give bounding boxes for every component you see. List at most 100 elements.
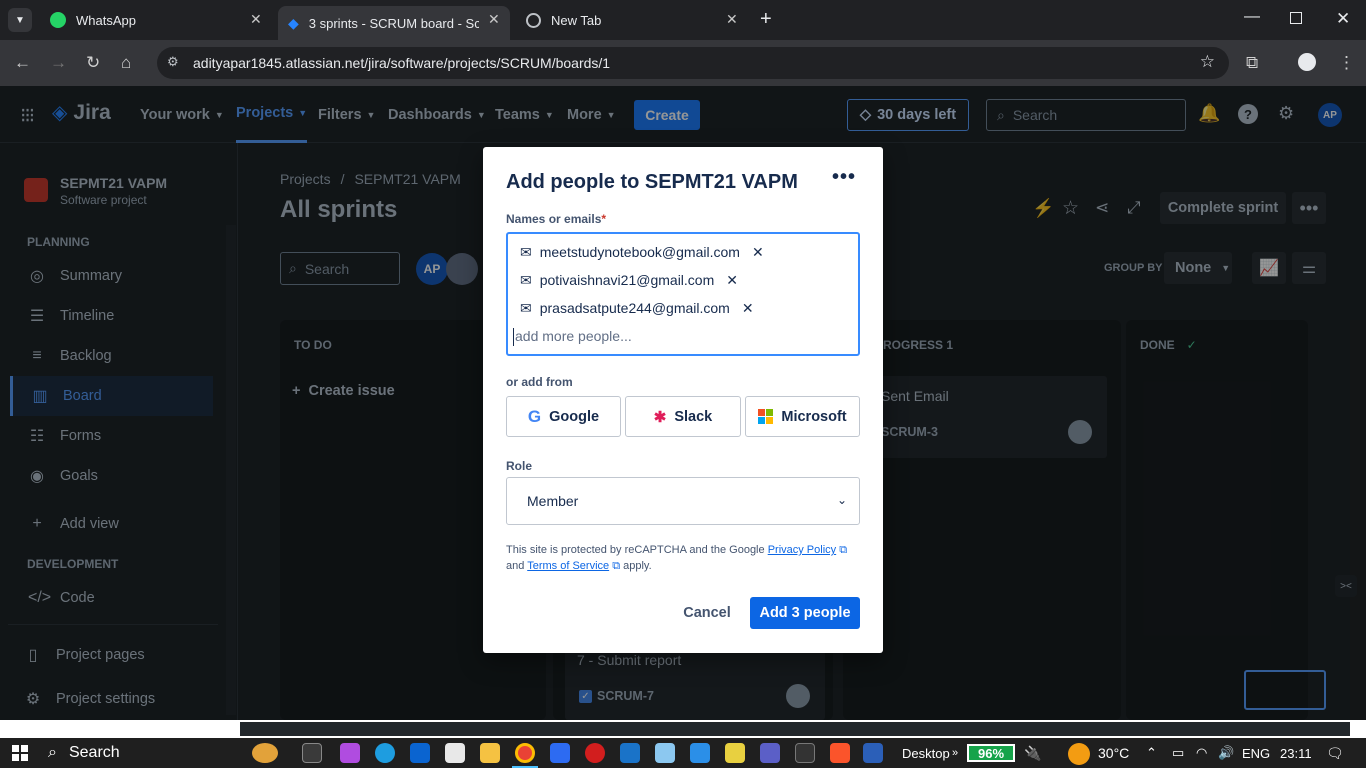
recaptcha-text: This site is protected by reCAPTCHA and … bbox=[506, 544, 765, 556]
brave-icon[interactable] bbox=[830, 743, 850, 763]
remove-chip-icon[interactable]: ✕ bbox=[742, 300, 754, 317]
role-select[interactable]: Member ⌄ bbox=[506, 477, 860, 525]
temperature[interactable]: 30°C bbox=[1098, 738, 1129, 768]
site-info-icon[interactable]: ⚙ bbox=[167, 54, 179, 70]
microsoft-button[interactable]: Microsoft bbox=[745, 396, 860, 437]
wifi-icon[interactable]: ◠ bbox=[1196, 738, 1207, 768]
taskbar-search-label: Search bbox=[68, 744, 120, 761]
extensions-icon[interactable]: ⧉ bbox=[1246, 53, 1258, 73]
battery-indicator[interactable]: 96% bbox=[967, 744, 1015, 762]
home-icon[interactable]: ⌂ bbox=[121, 53, 131, 73]
paint-icon[interactable] bbox=[725, 743, 745, 763]
recaptcha-and: and bbox=[506, 560, 525, 572]
required-mark: * bbox=[601, 212, 607, 226]
browser-tab-bar: ▼ WhatsApp ✕ ◆ 3 sprints - SCRUM board -… bbox=[0, 0, 1366, 40]
profile-icon[interactable] bbox=[1298, 53, 1316, 71]
tab-search-button[interactable]: ▼ bbox=[8, 8, 32, 32]
email-chip-label: potivaishnavi21@gmail.com bbox=[539, 272, 715, 288]
mail-icon[interactable] bbox=[410, 743, 430, 763]
search-icon: ⌕ bbox=[48, 744, 57, 761]
forward-icon[interactable]: → bbox=[50, 53, 67, 73]
teams-icon[interactable] bbox=[760, 743, 780, 763]
language-indicator[interactable]: ENG bbox=[1242, 738, 1270, 768]
dialog-title: Add people to SEPMT21 VAPM bbox=[506, 171, 798, 193]
email-icon: ✉ bbox=[520, 271, 532, 288]
names-label: Names or emails* bbox=[506, 212, 606, 226]
email-chip-label: prasadsatpute244@gmail.com bbox=[539, 300, 730, 316]
email-chip-label: meetstudynotebook@gmail.com bbox=[539, 244, 740, 260]
file-explorer-icon[interactable] bbox=[480, 743, 500, 763]
remove-chip-icon[interactable]: ✕ bbox=[752, 244, 764, 261]
close-icon[interactable]: ✕ bbox=[726, 11, 738, 28]
reload-icon[interactable]: ↻ bbox=[86, 53, 100, 73]
terms-of-service-link[interactable]: Terms of Service bbox=[527, 560, 609, 572]
display-icon[interactable] bbox=[620, 743, 640, 763]
add-people-submit-button[interactable]: Add 3 people bbox=[750, 597, 860, 629]
chevron-right-icon[interactable]: » bbox=[952, 738, 958, 768]
browser-tab-newtab[interactable]: New Tab bbox=[516, 0, 748, 40]
new-tab-icon[interactable]: + bbox=[760, 8, 772, 31]
cancel-button[interactable]: Cancel bbox=[676, 597, 738, 629]
windows-taskbar bbox=[0, 738, 1366, 768]
google-button[interactable]: G Google bbox=[506, 396, 621, 437]
close-icon[interactable]: ✕ bbox=[250, 11, 262, 28]
role-value: Member bbox=[527, 493, 579, 509]
clock[interactable]: 23:11 bbox=[1280, 738, 1312, 768]
bookmark-star-icon[interactable]: ☆ bbox=[1200, 52, 1215, 72]
privacy-policy-link[interactable]: Privacy Policy bbox=[768, 544, 836, 556]
chevron-down-icon: ⌄ bbox=[836, 493, 847, 507]
recaptcha-apply: apply. bbox=[623, 560, 652, 572]
windows-start-icon[interactable] bbox=[12, 745, 28, 761]
horizontal-scrollbar[interactable] bbox=[240, 722, 1350, 736]
opera-icon[interactable] bbox=[585, 743, 605, 763]
jira-icon: ◆ bbox=[288, 14, 299, 31]
provider-label: Slack bbox=[674, 408, 713, 425]
microsoft-icon bbox=[758, 409, 774, 424]
restore-icon[interactable] bbox=[1290, 12, 1302, 24]
chrome-icon bbox=[526, 12, 541, 28]
volume-icon[interactable]: 🔊 bbox=[1218, 738, 1234, 768]
vscode-icon[interactable] bbox=[690, 743, 710, 763]
desktop-label[interactable]: Desktop bbox=[902, 738, 950, 768]
notepad-icon[interactable] bbox=[655, 743, 675, 763]
email-icon: ✉ bbox=[520, 299, 532, 316]
email-icon: ✉ bbox=[520, 243, 532, 260]
store-icon[interactable] bbox=[445, 743, 465, 763]
google-icon: G bbox=[527, 406, 542, 426]
word-icon[interactable] bbox=[863, 743, 883, 763]
notification-center-icon[interactable]: 🗨 bbox=[1326, 738, 1344, 768]
minimize-icon[interactable]: — bbox=[1244, 8, 1260, 26]
more-options-icon[interactable]: ••• bbox=[832, 166, 856, 189]
names-label-text: Names or emails bbox=[506, 212, 602, 226]
url-text: adityapar1845.atlassian.net/jira/softwar… bbox=[193, 55, 611, 71]
recaptcha-notice: This site is protected by reCAPTCHA and … bbox=[506, 542, 860, 574]
address-bar[interactable]: ⚙ adityapar1845.atlassian.net/jira/softw… bbox=[157, 47, 1229, 79]
widget-icon[interactable] bbox=[252, 743, 278, 763]
browser-tab-jira[interactable]: ◆ 3 sprints - SCRUM board - Scrum bbox=[278, 6, 510, 40]
chrome-taskbar-icon[interactable] bbox=[515, 743, 535, 763]
email-chip: ✉ meetstudynotebook@gmail.com ✕ bbox=[520, 240, 764, 264]
zoom-icon[interactable] bbox=[550, 743, 570, 763]
chevron-up-icon[interactable]: ⌃ bbox=[1146, 738, 1157, 768]
menu-kebab-icon[interactable]: ⋮ bbox=[1338, 53, 1355, 73]
close-icon[interactable]: ✕ bbox=[488, 11, 500, 28]
slack-button[interactable]: ✱ Slack bbox=[625, 396, 741, 437]
email-chip: ✉ prasadsatpute244@gmail.com ✕ bbox=[520, 296, 754, 320]
or-add-from-label: or add from bbox=[506, 375, 573, 389]
add-people-input[interactable]: add more people... bbox=[513, 328, 632, 346]
taskbar-search[interactable]: ⌕ Search bbox=[48, 738, 120, 768]
role-label: Role bbox=[506, 459, 533, 473]
copilot-icon[interactable] bbox=[340, 743, 360, 763]
back-icon[interactable]: ← bbox=[14, 53, 31, 73]
terminal-icon[interactable] bbox=[795, 743, 815, 763]
browser-tab-whatsapp[interactable]: WhatsApp bbox=[40, 0, 272, 40]
edge-icon[interactable] bbox=[375, 743, 395, 763]
remove-chip-icon[interactable]: ✕ bbox=[726, 272, 738, 289]
tab-title: 3 sprints - SCRUM board - Scrum bbox=[308, 15, 479, 31]
battery-tray-icon[interactable]: ▭ bbox=[1172, 738, 1184, 768]
tab-title: New Tab bbox=[551, 12, 602, 28]
tab-title: WhatsApp bbox=[76, 12, 136, 28]
close-window-icon[interactable]: ✕ bbox=[1336, 9, 1350, 29]
task-view-icon[interactable] bbox=[302, 743, 322, 763]
weather-icon[interactable] bbox=[1068, 743, 1090, 765]
